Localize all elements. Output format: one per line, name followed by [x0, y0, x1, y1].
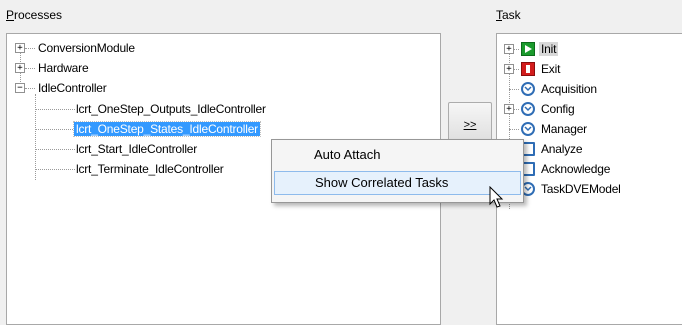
tree-item[interactable]: IdleController [38, 80, 107, 96]
tree-item-label: lcrt_OneStep_States_IdleController [73, 121, 261, 137]
tree-child-item[interactable]: lcrt_Start_IdleController [76, 141, 197, 157]
play-icon [521, 42, 535, 56]
tree-child-item[interactable]: lcrt_Terminate_IdleController [76, 161, 224, 177]
expand-toggle[interactable]: + [504, 64, 514, 74]
stop-icon [521, 62, 535, 76]
clock-icon [521, 122, 535, 136]
task-item[interactable]: Analyze [541, 141, 582, 157]
task-item[interactable]: Manager [541, 121, 587, 137]
expand-toggle[interactable]: + [15, 63, 25, 73]
tree-item-label: Hardware [38, 61, 89, 75]
task-item[interactable]: Exit [541, 61, 560, 77]
expand-toggle[interactable]: + [504, 104, 514, 114]
clock-icon [521, 102, 535, 116]
task-item[interactable]: Init [539, 41, 559, 57]
task-label: Task [496, 8, 521, 22]
tree-child-item-selected[interactable]: lcrt_OneStep_States_IdleController [73, 121, 261, 137]
tree-item-label: lcrt_Start_IdleController [76, 142, 198, 156]
tree-child-item[interactable]: lcrt_OneStep_Outputs_IdleController [76, 101, 266, 117]
context-menu: Auto Attach Show Correlated Tasks [271, 139, 524, 203]
menu-item-auto-attach[interactable]: Auto Attach [274, 143, 521, 167]
clock-icon [521, 82, 535, 96]
cursor-icon [489, 185, 505, 210]
task-item[interactable]: Config [541, 101, 575, 117]
task-item[interactable]: Acknowledge [541, 161, 610, 177]
task-item[interactable]: TaskDVEModel [541, 181, 621, 197]
expand-toggle[interactable]: + [15, 43, 25, 53]
collapse-toggle[interactable]: − [15, 83, 25, 93]
tree-item-label: lcrt_Terminate_IdleController [76, 162, 224, 176]
menu-item-show-correlated-tasks[interactable]: Show Correlated Tasks [274, 171, 521, 195]
task-item[interactable]: Acquisition [541, 81, 597, 97]
tree-item-label: IdleController [38, 81, 107, 95]
tree-item[interactable]: Hardware [38, 60, 89, 76]
tree-item[interactable]: ConversionModule [38, 40, 135, 56]
tree-item-label: ConversionModule [38, 41, 135, 55]
tree-item-label: lcrt_OneStep_Outputs_IdleController [76, 102, 266, 116]
processes-label: Processes [6, 8, 63, 22]
expand-toggle[interactable]: + [504, 44, 514, 54]
